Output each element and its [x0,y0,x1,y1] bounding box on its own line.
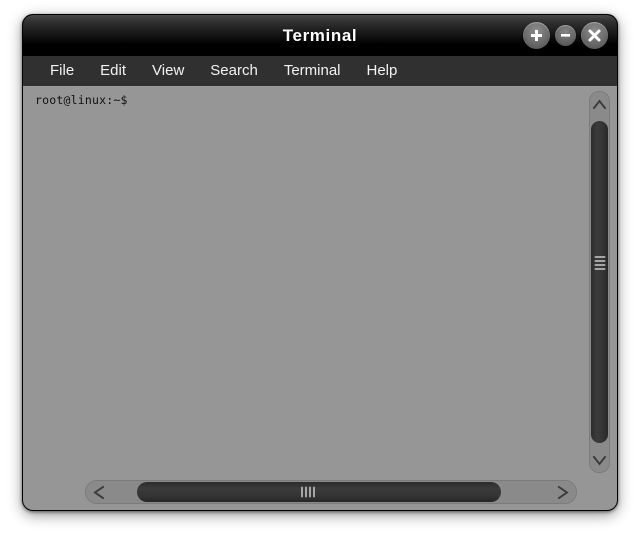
scroll-down-button[interactable] [589,447,610,473]
terminal-screen[interactable]: root@linux:~$ [23,87,584,476]
vertical-scrollbar-thumb[interactable] [591,121,608,443]
menu-item-edit[interactable]: Edit [87,56,139,86]
plus-icon [529,28,544,43]
window-controls [523,22,608,49]
close-icon [587,28,602,43]
minus-icon [559,29,572,42]
scroll-left-button[interactable] [85,480,113,504]
menu-item-view[interactable]: View [139,56,197,86]
close-button[interactable] [581,22,608,49]
shell-prompt: root@linux:~$ [35,93,128,107]
horizontal-scrollbar-thumb[interactable] [137,482,501,502]
horizontal-scrollbar[interactable] [85,480,577,504]
minimize-button[interactable] [555,25,576,46]
menu-item-terminal[interactable]: Terminal [271,56,354,86]
scroll-up-button[interactable] [589,91,610,117]
maximize-button[interactable] [523,22,550,49]
chevron-up-icon [592,98,607,111]
vertical-thumb-grip [594,254,605,272]
title-bar[interactable]: Terminal [23,15,617,56]
menu-item-help[interactable]: Help [354,56,411,86]
menu-item-file[interactable]: File [37,56,87,86]
menu-bar: File Edit View Search Terminal Help [23,56,617,87]
chevron-down-icon [592,454,607,467]
scroll-right-button[interactable] [549,480,577,504]
terminal-body: root@linux:~$ [23,87,617,510]
chevron-right-icon [556,485,570,500]
menu-item-search[interactable]: Search [197,56,271,86]
terminal-window: Terminal File Edit View Search Terminal … [22,14,618,511]
horizontal-thumb-grip [301,486,316,498]
vertical-scrollbar[interactable] [589,91,610,473]
chevron-left-icon [92,485,106,500]
